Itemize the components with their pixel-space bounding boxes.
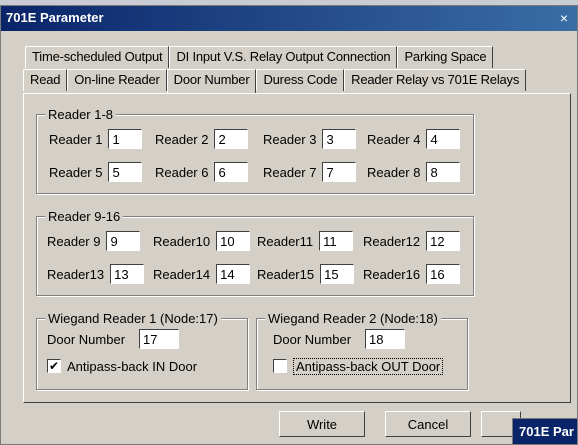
reader-3-field: Reader 3	[263, 129, 357, 149]
reader-3-input[interactable]	[322, 129, 357, 149]
tab-row-1: Time-scheduled Output DI Input V.S. Rela…	[25, 46, 494, 68]
checkbox-label: Antipass-back OUT Door	[293, 357, 444, 375]
window-title: 701E Parameter	[6, 10, 104, 25]
reader-4-field: Reader 4	[367, 129, 461, 149]
tab-online-reader[interactable]: On-line Reader	[67, 69, 167, 91]
tab-row-2: Read On-line Reader Door Number Duress C…	[23, 69, 527, 93]
wiegand-1-door-field: Door Number	[47, 329, 180, 349]
reader-6-field: Reader 6	[155, 162, 249, 182]
reader-7-input[interactable]	[322, 162, 357, 182]
wiegand-2-door-field: Door Number	[273, 329, 406, 349]
wiegand-1-door-number-input[interactable]	[139, 329, 180, 349]
reader-11-input[interactable]	[319, 231, 354, 251]
parameter-dialog: 701E Parameter × Time-scheduled Output D…	[0, 5, 578, 445]
cancel-button[interactable]: Cancel	[385, 411, 471, 437]
reader-1-field: Reader 1	[49, 129, 143, 149]
wiegand-2-door-number-input[interactable]	[365, 329, 406, 349]
reader-1-8-group: Reader 1-8 Reader 1 Reader 2 Reader 3 Re…	[36, 107, 474, 194]
reader-label: Reader 7	[263, 164, 317, 180]
reader-7-field: Reader 7	[263, 162, 357, 182]
group-title: Wiegand Reader 1 (Node:17)	[45, 311, 221, 326]
reader-label: Reader16	[363, 266, 421, 282]
antipass-back-in-checkbox[interactable]: ✔ Antipass-back IN Door	[47, 357, 197, 375]
title-bar: 701E Parameter ×	[1, 6, 577, 31]
taskbar-window-button[interactable]: 701E Par	[512, 418, 578, 445]
reader-8-field: Reader 8	[367, 162, 461, 182]
reader-label: Reader 5	[49, 164, 103, 180]
reader-9-input[interactable]	[106, 231, 141, 251]
reader-13-input[interactable]	[110, 264, 145, 284]
door-number-label: Door Number	[273, 331, 352, 347]
checkbox-unchecked-icon[interactable]	[273, 359, 287, 373]
reader-label: Reader11	[257, 233, 314, 249]
tab-door-number[interactable]: Door Number	[166, 69, 257, 93]
group-title: Wiegand Reader 2 (Node:18)	[265, 311, 441, 326]
reader-label: Reader 2	[155, 131, 209, 147]
reader-label: Reader 9	[47, 233, 101, 249]
reader-4-input[interactable]	[426, 129, 461, 149]
reader-11-field: Reader11	[257, 231, 354, 251]
tab-time-scheduled-output[interactable]: Time-scheduled Output	[25, 46, 170, 68]
reader-label: Reader 1	[49, 131, 103, 147]
write-button[interactable]: Write	[279, 411, 365, 437]
reader-15-input[interactable]	[320, 264, 355, 284]
reader-10-field: Reader10	[153, 231, 251, 251]
tab-parking-space[interactable]: Parking Space	[397, 46, 494, 68]
reader-label: Reader 4	[367, 131, 421, 147]
reader-2-field: Reader 2	[155, 129, 249, 149]
antipass-back-out-checkbox[interactable]: Antipass-back OUT Door	[273, 357, 444, 375]
reader-14-input[interactable]	[216, 264, 251, 284]
reader-8-input[interactable]	[426, 162, 461, 182]
reader-12-input[interactable]	[426, 231, 461, 251]
reader-6-input[interactable]	[214, 162, 249, 182]
tab-duress-code[interactable]: Duress Code	[256, 69, 345, 91]
reader-15-field: Reader15	[257, 264, 355, 284]
reader-10-input[interactable]	[216, 231, 251, 251]
door-number-panel: Reader 1-8 Reader 1 Reader 2 Reader 3 Re…	[23, 93, 571, 403]
reader-label: Reader15	[257, 266, 315, 282]
tab-reader-relay-vs-701e-relays[interactable]: Reader Relay vs 701E Relays	[344, 69, 527, 91]
tab-di-input-relay-connection[interactable]: DI Input V.S. Relay Output Connection	[169, 46, 398, 68]
reader-9-16-group: Reader 9-16 Reader 9 Reader10 Reader11 R…	[36, 209, 474, 296]
reader-14-field: Reader14	[153, 264, 251, 284]
reader-label: Reader 3	[263, 131, 317, 147]
checkbox-checked-icon[interactable]: ✔	[47, 359, 61, 373]
close-icon[interactable]: ×	[555, 9, 573, 27]
wiegand-reader-1-group: Wiegand Reader 1 (Node:17) Door Number ✔…	[36, 311, 248, 390]
reader-12-field: Reader12	[363, 231, 461, 251]
group-title: Reader 1-8	[45, 107, 117, 122]
reader-2-input[interactable]	[214, 129, 249, 149]
reader-label: Reader12	[363, 233, 421, 249]
tab-read[interactable]: Read	[23, 69, 68, 91]
group-title: Reader 9-16	[45, 209, 124, 224]
reader-16-input[interactable]	[426, 264, 461, 284]
wiegand-reader-2-group: Wiegand Reader 2 (Node:18) Door Number A…	[256, 311, 468, 390]
reader-5-input[interactable]	[108, 162, 143, 182]
reader-13-field: Reader13	[47, 264, 145, 284]
reader-label: Reader10	[153, 233, 211, 249]
reader-label: Reader 8	[367, 164, 421, 180]
reader-label: Reader 6	[155, 164, 209, 180]
door-number-label: Door Number	[47, 331, 126, 347]
reader-9-field: Reader 9	[47, 231, 141, 251]
reader-5-field: Reader 5	[49, 162, 143, 182]
reader-1-input[interactable]	[108, 129, 143, 149]
reader-label: Reader14	[153, 266, 211, 282]
checkbox-label: Antipass-back IN Door	[67, 358, 198, 374]
reader-label: Reader13	[47, 266, 105, 282]
reader-16-field: Reader16	[363, 264, 461, 284]
